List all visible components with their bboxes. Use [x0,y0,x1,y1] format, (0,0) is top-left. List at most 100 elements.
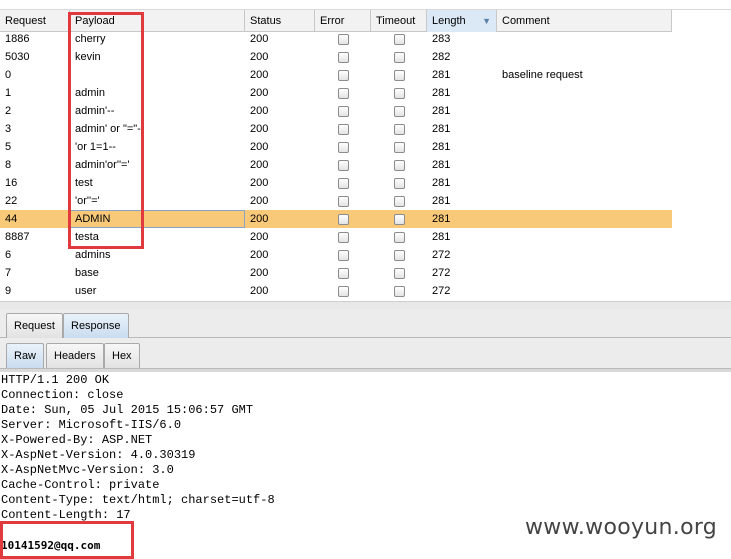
cell-request: 7 [5,267,12,279]
cell-timeout [371,138,427,156]
table-row[interactable]: 22 'or''=' 200 281 [0,192,672,210]
timeout-checkbox [393,141,405,153]
cell-payload: cherry [75,33,106,45]
cell-status: 200 [250,141,269,153]
error-checkbox [337,267,349,279]
view-tab-strip: Raw Headers Hex [0,338,731,369]
timeout-checkbox [393,267,405,279]
table-row[interactable]: 8 admin'or''=' 200 281 [0,156,672,174]
cell-length: 281 [432,159,451,171]
cell-request: 2 [5,105,12,117]
cell-status: 200 [250,159,269,171]
error-checkbox [337,141,349,153]
table-row[interactable]: 5030 kevin 200 282 [0,48,672,66]
table-row[interactable]: 9 user 200 272 [0,282,672,300]
column-header-error[interactable]: Error [315,10,371,32]
tab-request[interactable]: Request [6,313,63,338]
cell-payload: user [75,285,97,297]
tab-response[interactable]: Response [63,313,129,338]
cell-comment [497,48,672,66]
tab-raw[interactable]: Raw [6,343,45,368]
column-header-timeout[interactable]: Timeout [371,10,427,32]
cell-length: 281 [432,105,451,117]
error-checkbox [337,213,349,225]
cell-status: 200 [250,177,269,189]
table-row[interactable]: 0 200 281 baseline request [0,66,672,84]
cell-request: 22 [5,195,18,207]
cell-timeout [371,264,427,282]
cell-comment [497,138,672,156]
table-row[interactable]: 1886 cherry 200 283 [0,30,672,48]
cell-length: 281 [432,231,451,243]
timeout-checkbox [393,195,405,207]
table-row[interactable]: 1 admin 200 281 [0,84,672,102]
watermark-text: www.wooyun.org [525,515,718,540]
timeout-checkbox [393,105,405,117]
cell-comment [497,156,672,174]
response-line: Content-Length: 17 [1,508,131,522]
cell-request: 44 [5,213,18,225]
error-checkbox [337,249,349,261]
response-line: Connection: close [1,388,124,402]
error-checkbox [337,69,349,81]
toolbar-strip [0,0,731,10]
cell-comment [497,102,672,120]
table-row[interactable]: 6 admins 200 272 [0,246,672,264]
cell-payload: admin' or "="- [75,123,141,135]
error-checkbox [337,285,349,297]
table-row[interactable]: 2 admin'-- 200 281 [0,102,672,120]
cell-error [315,138,371,156]
cell-timeout [371,102,427,120]
cell-error [315,264,371,282]
cell-status: 200 [250,231,269,243]
cell-comment [497,84,672,102]
cell-payload [70,66,245,84]
column-header-payload[interactable]: Payload [70,10,245,32]
cell-status: 200 [250,123,269,135]
cell-request: 5 [5,141,12,153]
cell-timeout [371,246,427,264]
cell-error [315,192,371,210]
cell-status: 200 [250,249,269,261]
cell-request: 16 [5,177,18,189]
cell-timeout [371,282,427,300]
cell-error [315,120,371,138]
split-pane-divider[interactable] [0,301,731,309]
cell-timeout [371,192,427,210]
cell-comment [497,282,672,300]
cell-comment [497,174,672,192]
cell-length: 281 [432,177,451,189]
header-filler [672,10,731,32]
column-header-request[interactable]: Request [0,10,70,32]
table-row[interactable]: 44 ADMIN 200 281 [0,210,672,228]
cell-length: 281 [432,141,451,153]
cell-payload: ADMIN [70,210,245,228]
error-checkbox [337,105,349,117]
cell-status: 200 [250,105,269,117]
table-row[interactable]: 5 'or 1=1-- 200 281 [0,138,672,156]
cell-status: 200 [250,213,269,225]
cell-status: 200 [250,51,269,63]
response-line: Date: Sun, 05 Jul 2015 15:06:57 GMT [1,403,254,417]
cell-length: 281 [432,69,451,81]
cell-length: 272 [432,267,451,279]
cell-payload: kevin [75,51,101,63]
cell-error [315,246,371,264]
table-row[interactable]: 16 test 200 281 [0,174,672,192]
table-row[interactable]: 3 admin' or "="- 200 281 [0,120,672,138]
cell-payload: 'or 1=1-- [75,141,116,153]
table-row[interactable]: 7 base 200 272 [0,264,672,282]
table-row[interactable]: 8887 testa 200 281 [0,228,672,246]
response-line: Cache-Control: private [1,478,160,492]
cell-timeout [371,156,427,174]
column-header-status[interactable]: Status [245,10,315,32]
cell-request: 6 [5,249,12,261]
table-body: 1886 cherry 200 283 5030 kevin 200 282 0 200 281 ba… [0,30,672,300]
cell-status: 200 [250,267,269,279]
tab-headers[interactable]: Headers [46,343,104,368]
column-header-comment[interactable]: Comment [497,10,672,32]
column-header-length[interactable]: Length ▼ [427,10,497,32]
cell-error [315,102,371,120]
error-checkbox [337,159,349,171]
tab-hex[interactable]: Hex [104,343,140,368]
